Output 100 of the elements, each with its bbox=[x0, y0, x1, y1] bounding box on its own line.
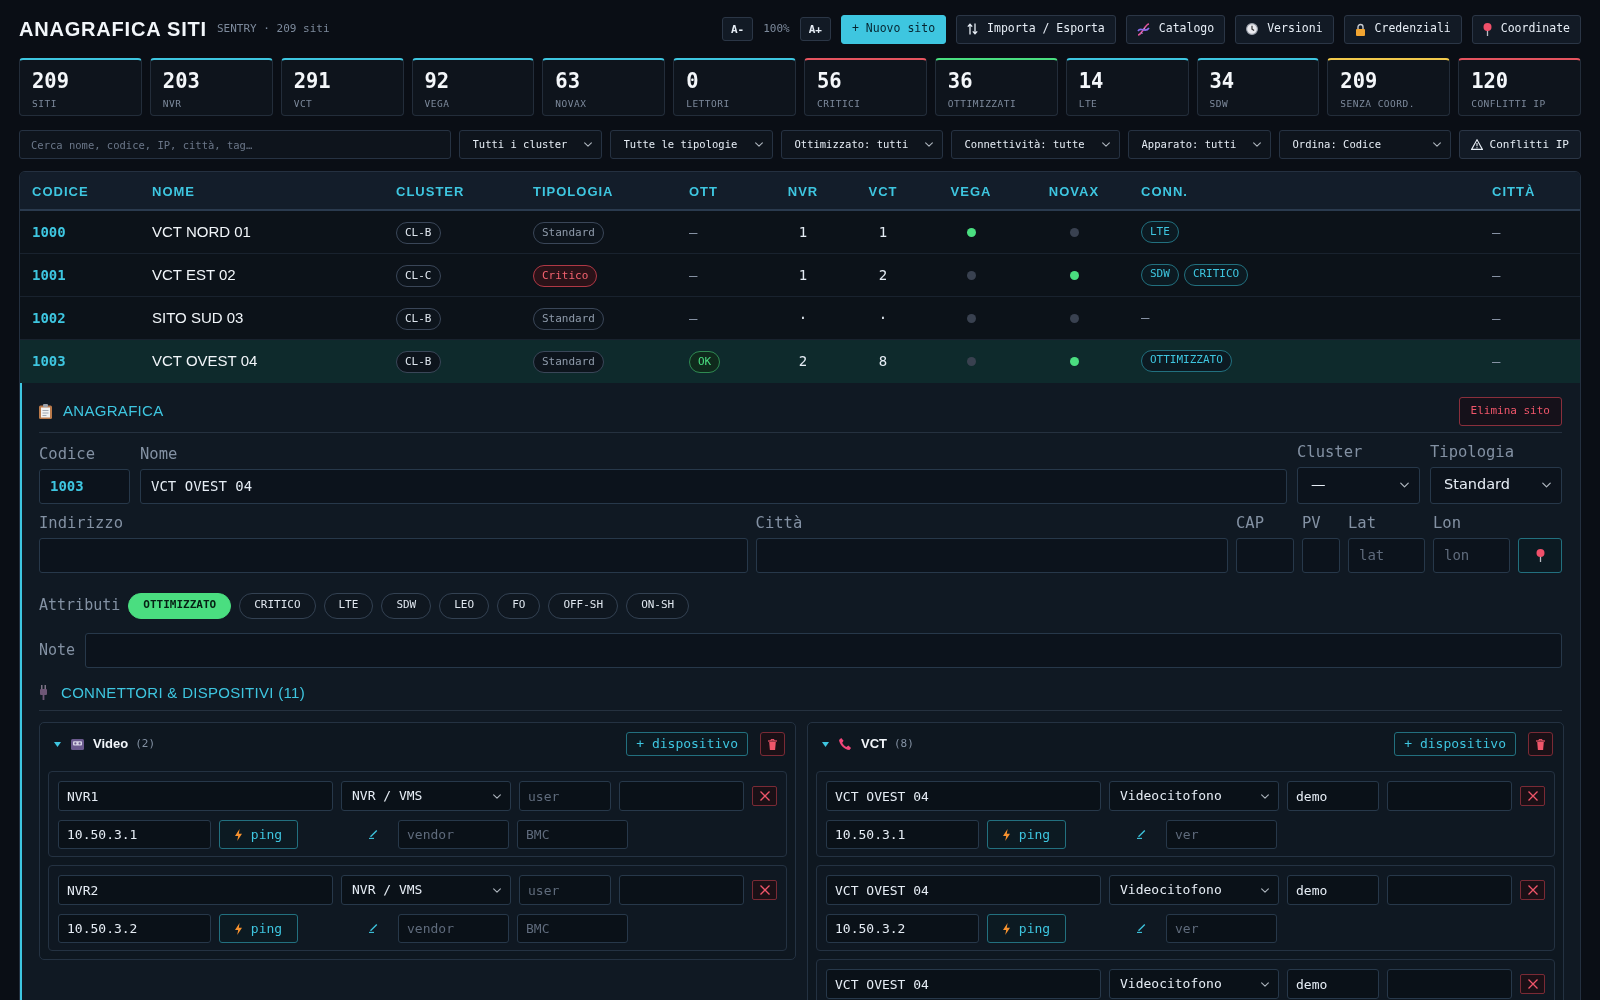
font-decrease-button[interactable]: A- bbox=[722, 17, 754, 41]
device-type-select[interactable]: Videocitofono bbox=[1109, 969, 1279, 999]
filter-select[interactable]: Ottimizzato: tutti bbox=[780, 130, 943, 159]
pencil-icon[interactable] bbox=[1137, 924, 1146, 933]
remove-device-button[interactable] bbox=[1520, 786, 1545, 806]
filter-select[interactable]: Tutti i cluster bbox=[458, 130, 602, 159]
attribute-toggle[interactable]: CRITICO bbox=[239, 592, 316, 619]
pencil-icon[interactable] bbox=[369, 924, 378, 933]
attribute-toggle[interactable]: LTE bbox=[323, 592, 374, 619]
remove-device-button[interactable] bbox=[752, 786, 777, 806]
attribute-toggle[interactable]: SDW bbox=[381, 592, 432, 619]
field-label: Tipologia bbox=[1430, 441, 1514, 462]
text-field[interactable]: demo bbox=[1287, 875, 1379, 905]
filter-select[interactable]: Connettività: tutte bbox=[950, 130, 1120, 159]
locate-button[interactable] bbox=[1518, 537, 1562, 573]
column-header: NOME bbox=[152, 183, 195, 199]
new-site-button[interactable]: + Nuovo sito bbox=[841, 14, 947, 44]
remove-device-button[interactable] bbox=[1520, 880, 1545, 900]
password-field[interactable] bbox=[619, 875, 744, 905]
attribute-toggle[interactable]: OTTIMIZZATO bbox=[128, 592, 232, 619]
ip-field[interactable]: 10.50.3.2 bbox=[826, 914, 979, 943]
section-title: CONNETTORI & DISPOSITIVI (11) bbox=[61, 682, 305, 703]
table-row[interactable]: 1003 VCT OVEST 04 CL-B Standard OK 2 8 OTTIMIZZATO — bbox=[20, 339, 1580, 382]
text-field[interactable]: VCT OVEST 04 bbox=[826, 969, 1101, 999]
ip-field[interactable]: 10.50.3.1 bbox=[58, 820, 211, 849]
attribute-toggle[interactable]: OFF-SH bbox=[548, 592, 619, 619]
delete-site-button[interactable]: Elimina sito bbox=[1458, 396, 1562, 426]
city-field[interactable] bbox=[755, 537, 1228, 573]
text-field[interactable]: VCT OVEST 04 bbox=[826, 875, 1101, 905]
filter-select[interactable]: Apparato: tutti bbox=[1127, 130, 1271, 159]
add-device-button[interactable]: + dispositivo bbox=[626, 732, 748, 756]
table-row[interactable]: 1001 VCT EST 02 CL-C Critico — 1 2 SDW CRITICO — bbox=[20, 253, 1580, 296]
field-label: Codice bbox=[39, 443, 95, 464]
import-export-button[interactable]: Importa / Esporta bbox=[956, 14, 1116, 44]
attribute-toggle[interactable]: FO bbox=[497, 592, 541, 619]
province-field[interactable] bbox=[1302, 537, 1340, 573]
text-field[interactable]: user bbox=[519, 875, 611, 905]
add-device-button[interactable]: + dispositivo bbox=[1394, 732, 1516, 756]
remove-device-button[interactable] bbox=[752, 880, 777, 900]
text-field[interactable]: VCT OVEST 04 bbox=[826, 781, 1101, 811]
delete-group-button[interactable] bbox=[760, 732, 785, 756]
attribute-toggle[interactable]: ON-SH bbox=[626, 592, 690, 619]
font-increase-button[interactable]: A+ bbox=[799, 17, 831, 41]
filter-select[interactable]: Tutte le tipologie bbox=[609, 130, 773, 159]
type-select[interactable]: Standard bbox=[1430, 466, 1562, 504]
versions-button[interactable]: Versioni bbox=[1235, 14, 1334, 44]
text-field[interactable]: BMC bbox=[517, 820, 628, 849]
delete-group-button[interactable] bbox=[1528, 732, 1553, 756]
device-type-select[interactable]: NVR / VMS bbox=[341, 875, 511, 905]
code-field[interactable]: 1003 bbox=[39, 468, 130, 504]
longitude-field[interactable]: lon bbox=[1433, 537, 1510, 573]
table-row[interactable]: 1002 SITO SUD 03 CL-B Standard — · · — — bbox=[20, 296, 1580, 339]
ip-field[interactable]: 10.50.3.2 bbox=[58, 914, 211, 943]
ip-conflicts-button[interactable]: Conflitti IP bbox=[1458, 130, 1581, 159]
text-field[interactable]: BMC bbox=[517, 914, 628, 943]
catalog-button[interactable]: Catalogo bbox=[1125, 14, 1226, 44]
postcode-field[interactable] bbox=[1236, 537, 1294, 573]
remove-device-button[interactable] bbox=[1520, 974, 1545, 994]
caret-icon[interactable] bbox=[822, 741, 829, 747]
text-field[interactable]: ver bbox=[1166, 914, 1277, 943]
note-field[interactable] bbox=[85, 632, 1562, 668]
name-field[interactable]: VCT OVEST 04 bbox=[140, 468, 1287, 504]
credentials-button[interactable]: Credenziali bbox=[1343, 14, 1462, 44]
device-type-select[interactable]: Videocitofono bbox=[1109, 781, 1279, 811]
text-field[interactable]: ver bbox=[1166, 820, 1277, 849]
password-field[interactable] bbox=[1387, 875, 1512, 905]
caret-icon[interactable] bbox=[54, 741, 61, 747]
filter-select[interactable]: Ordina: Codice bbox=[1278, 130, 1451, 159]
text-field[interactable]: demo bbox=[1287, 969, 1379, 999]
type-tag: Standard bbox=[533, 222, 604, 245]
pencil-icon[interactable] bbox=[369, 830, 378, 839]
address-field[interactable] bbox=[39, 537, 748, 573]
stat-value: 34 bbox=[1209, 69, 1235, 93]
pencil-icon[interactable] bbox=[1137, 830, 1146, 839]
search-field[interactable]: Cerca nome, codice, IP, città, tag… bbox=[19, 130, 451, 159]
latitude-field[interactable]: lat bbox=[1348, 537, 1425, 573]
ping-button[interactable]: ping bbox=[987, 820, 1066, 849]
text-field[interactable]: vendor bbox=[398, 914, 509, 943]
text-field[interactable]: user bbox=[519, 781, 611, 811]
coordinates-button[interactable]: Coordinate bbox=[1471, 14, 1581, 44]
cluster-select[interactable]: — bbox=[1297, 466, 1420, 504]
field-label: Attributi bbox=[39, 595, 121, 617]
text-field[interactable]: NVR1 bbox=[58, 781, 333, 811]
ping-button[interactable]: ping bbox=[219, 820, 298, 849]
table-row[interactable]: 1000 VCT NORD 01 CL-B Standard — 1 1 LTE — bbox=[20, 210, 1580, 253]
text-field[interactable]: NVR2 bbox=[58, 875, 333, 905]
dna-icon bbox=[1136, 22, 1150, 36]
zoom-level: 100% bbox=[763, 20, 790, 37]
device-type-select[interactable]: Videocitofono bbox=[1109, 875, 1279, 905]
stat-label: LETTORI bbox=[686, 98, 730, 110]
ping-button[interactable]: ping bbox=[219, 914, 298, 943]
password-field[interactable] bbox=[619, 781, 744, 811]
password-field[interactable] bbox=[1387, 781, 1512, 811]
attribute-toggle[interactable]: LEO bbox=[439, 592, 490, 619]
device-type-select[interactable]: NVR / VMS bbox=[341, 781, 511, 811]
text-field[interactable]: vendor bbox=[398, 820, 509, 849]
ping-button[interactable]: ping bbox=[987, 914, 1066, 943]
text-field[interactable]: demo bbox=[1287, 781, 1379, 811]
ip-field[interactable]: 10.50.3.1 bbox=[826, 820, 979, 849]
password-field[interactable] bbox=[1387, 969, 1512, 999]
